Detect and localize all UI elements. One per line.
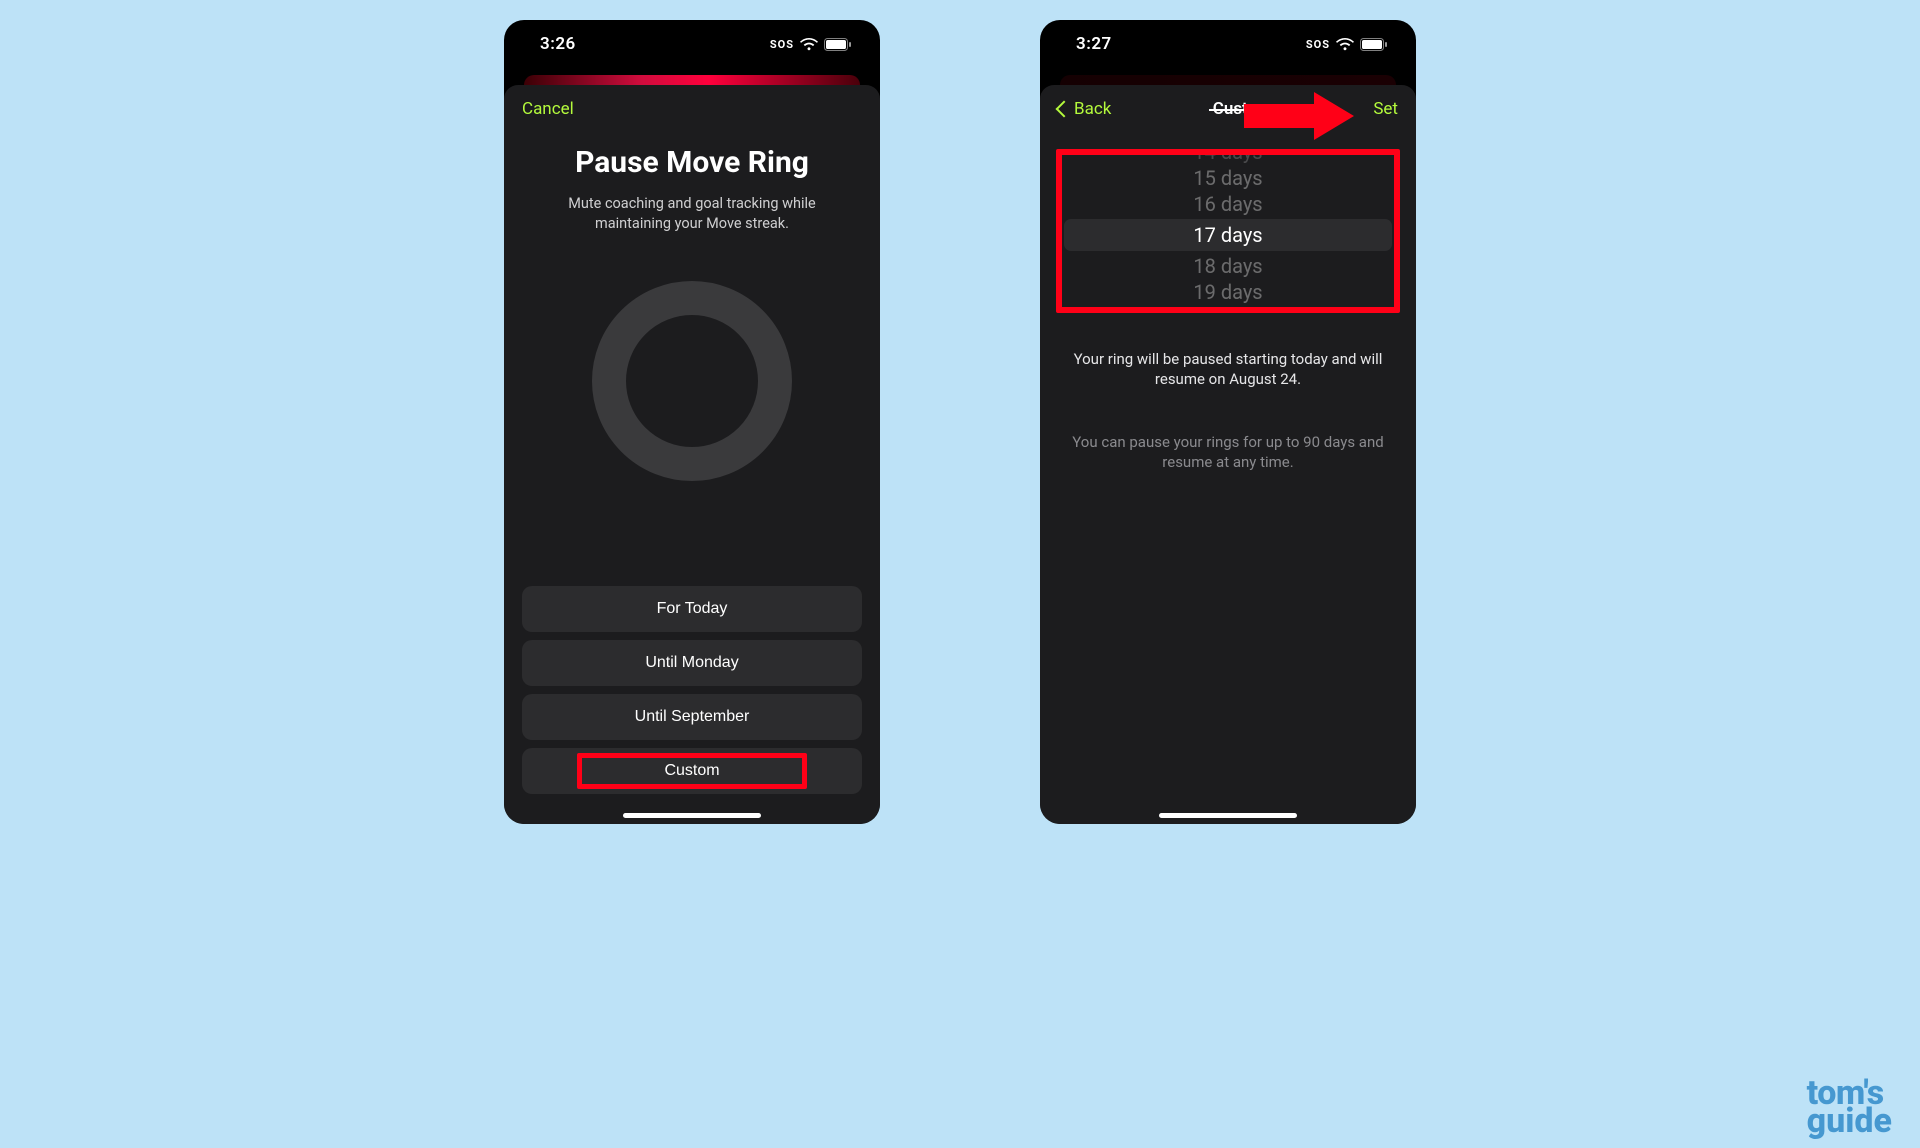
days-picker[interactable]: 14 days 15 days 16 days 17 days 18 days … [1056,149,1400,313]
wifi-icon [800,38,818,51]
picker-row[interactable]: 19 days [1062,279,1394,305]
cancel-button[interactable]: Cancel [522,99,574,119]
picker-row[interactable]: 14 days [1062,149,1394,165]
pause-options: For Today Until Monday Until September C… [522,586,862,794]
page-subtitle: Mute coaching and goal tracking while ma… [532,194,852,233]
picker-row[interactable]: 16 days [1062,191,1394,217]
phone-pause-move-ring: 3:26 SOS Cancel Pause Move Ring Mute coa… [504,20,880,824]
status-bar: 3:26 SOS [504,20,880,68]
picker-row[interactable]: 18 days [1062,253,1394,279]
watermark-logo: tom's guide [1807,1080,1892,1136]
battery-icon [1360,38,1388,51]
home-indicator[interactable] [1159,813,1297,818]
set-button[interactable]: Set [1373,99,1398,119]
option-until-monday[interactable]: Until Monday [522,640,862,686]
chevron-left-icon [1056,101,1073,118]
wifi-icon [1336,38,1354,51]
phone-custom-picker: 3:27 SOS Back Custom Set [1040,20,1416,824]
ring-icon [592,281,792,481]
option-for-today[interactable]: For Today [522,586,862,632]
move-ring-graphic [504,281,880,481]
nav-title: Custom [1213,99,1272,119]
screenshots-row: 3:26 SOS Cancel Pause Move Ring Mute coa… [504,20,1416,824]
back-label: Back [1074,99,1111,119]
sos-indicator: SOS [1306,38,1330,51]
sheet-nav: Back Custom Set [1040,85,1416,133]
option-custom[interactable]: Custom [522,748,862,794]
home-indicator[interactable] [623,813,761,818]
pause-sheet: Cancel Pause Move Ring Mute coaching and… [504,85,880,824]
picker-row[interactable]: 15 days [1062,165,1394,191]
back-button[interactable]: Back [1058,99,1111,119]
pause-info: Your ring will be paused starting today … [1040,349,1416,390]
sos-indicator: SOS [770,38,794,51]
title-block: Pause Move Ring Mute coaching and goal t… [504,133,880,233]
status-right: SOS [770,38,852,51]
option-until-september[interactable]: Until September [522,694,862,740]
status-time: 3:27 [1076,34,1112,54]
status-bar: 3:27 SOS [1040,20,1416,68]
status-time: 3:26 [540,34,576,54]
picker-row[interactable]: 20 days [1062,305,1394,313]
pause-limit-info: You can pause your rings for up to 90 da… [1040,432,1416,473]
battery-icon [824,38,852,51]
watermark-line2: guide [1807,1108,1892,1136]
picker-row-selected[interactable]: 17 days [1064,219,1392,251]
sheet-nav: Cancel [504,85,880,133]
custom-sheet: Back Custom Set 14 days 15 days 16 days … [1040,85,1416,824]
status-right: SOS [1306,38,1388,51]
page-title: Pause Move Ring [532,145,852,180]
